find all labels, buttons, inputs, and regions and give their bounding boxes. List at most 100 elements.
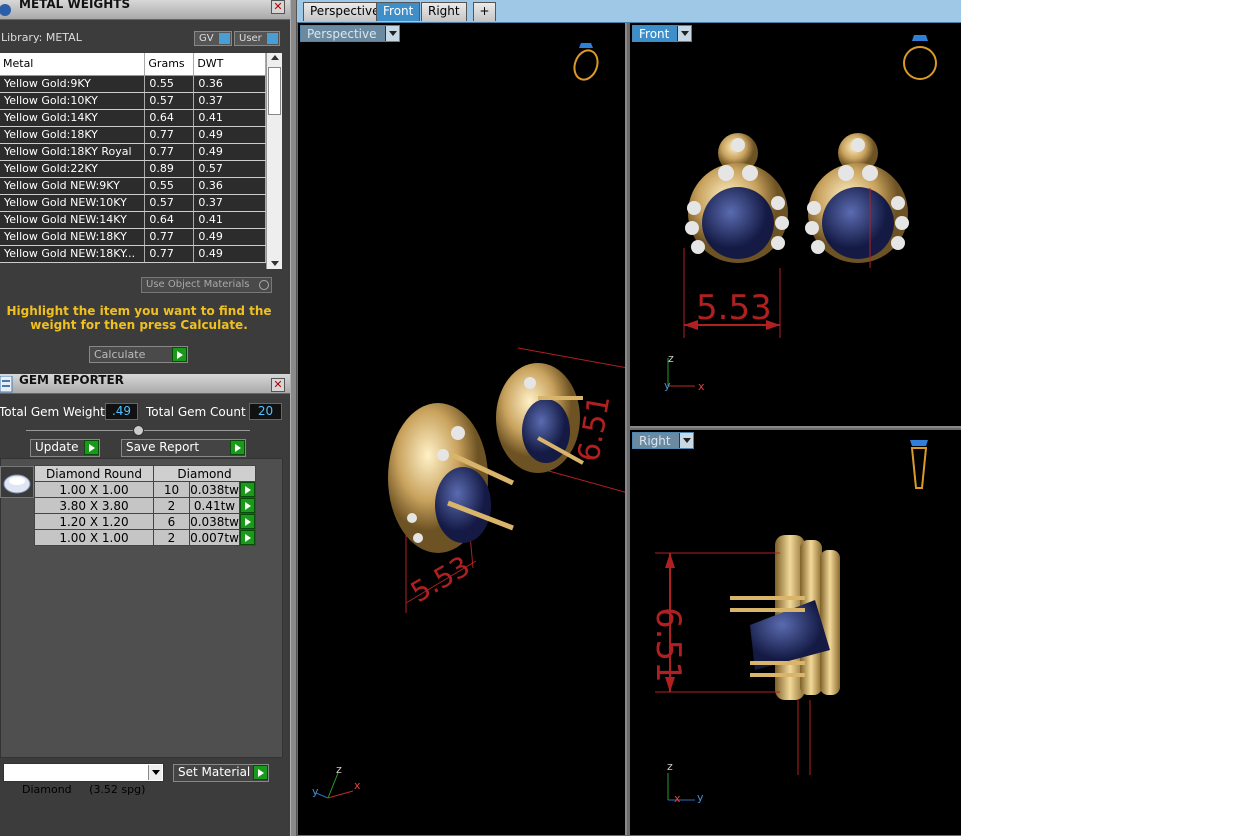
metal-name-cell: Yellow Gold:22KY: [0, 160, 146, 178]
column-header-grams[interactable]: Grams: [144, 53, 195, 76]
dwt-cell: 0.57: [193, 160, 266, 178]
material-select[interactable]: Diamond (3.52 spg): [3, 763, 164, 796]
table-row[interactable]: 1.00 X 1.00 2 0.007tw: [34, 529, 256, 546]
metal-weights-title: METAL WEIGHTS: [19, 0, 131, 11]
table-row[interactable]: Yellow Gold:14KY 0.64 0.41: [0, 109, 266, 127]
left-panel: METAL WEIGHTS ✕ Library: METAL GV User M…: [0, 0, 290, 836]
viewport-front[interactable]: Front 5.53 z y x: [630, 23, 961, 428]
width-dimension-label: 5.53: [696, 288, 772, 328]
play-icon: [240, 514, 255, 529]
grams-cell: 0.64: [144, 109, 195, 127]
user-toggle[interactable]: User: [234, 31, 280, 46]
dwt-cell: 0.37: [193, 92, 266, 110]
grams-cell: 0.77: [144, 228, 195, 246]
metal-name-cell: Yellow Gold:18KY Royal: [0, 143, 146, 161]
set-material-button[interactable]: Set Material: [173, 764, 269, 782]
play-icon: [172, 347, 187, 362]
column-header-metal[interactable]: Metal: [0, 53, 146, 76]
play-icon: [84, 440, 99, 455]
library-label: Library: METAL: [1, 31, 82, 44]
axis-y-label: y: [312, 785, 319, 798]
table-row[interactable]: 1.00 X 1.00 10 0.038tw: [34, 481, 256, 498]
gem-totals: Total Gem Weight .49 Total Gem Count 20: [0, 403, 290, 421]
grams-cell: 0.89: [144, 160, 195, 178]
panel-splitter[interactable]: [290, 0, 297, 836]
scroll-thumb[interactable]: [268, 67, 281, 115]
chevron-down-icon[interactable]: [148, 765, 162, 780]
gem-count-cell: 6: [153, 513, 190, 530]
grams-cell: 0.55: [144, 177, 195, 195]
update-button[interactable]: Update: [30, 439, 100, 457]
axis-x-label: x: [674, 792, 681, 805]
save-report-button[interactable]: Save Report: [121, 439, 246, 457]
gem-weight-cell: 0.007tw: [189, 529, 240, 546]
play-icon: [230, 440, 245, 455]
close-icon[interactable]: ✕: [271, 0, 285, 14]
gem-size-cell: 3.80 X 3.80: [34, 497, 154, 514]
table-row[interactable]: Yellow Gold:10KY 0.57 0.37: [0, 92, 266, 110]
table-row[interactable]: Yellow Gold:22KY 0.89 0.57: [0, 160, 266, 178]
add-tab-button[interactable]: +: [473, 2, 496, 21]
gem-row-action[interactable]: [239, 513, 256, 530]
use-object-materials-toggle[interactable]: Use Object Materials: [141, 277, 272, 293]
grams-cell: 0.57: [144, 194, 195, 212]
axis-x-label: x: [354, 779, 361, 792]
gem-reporter-icon: [0, 376, 13, 393]
grams-cell: 0.64: [144, 211, 195, 229]
column-header-dwt[interactable]: DWT: [193, 53, 266, 76]
gem-count-cell: 10: [153, 481, 190, 498]
metal-name-cell: Yellow Gold:10KY: [0, 92, 146, 110]
gem-table: Diamond Round Diamond 1.00 X 1.00 10 0.038…: [34, 465, 256, 546]
table-row[interactable]: 1.20 X 1.20 6 0.038tw: [34, 513, 256, 530]
gem-reporter-title: GEM REPORTER: [19, 373, 124, 387]
grams-cell: 0.55: [144, 75, 195, 93]
table-row[interactable]: 3.80 X 3.80 2 0.41tw: [34, 497, 256, 514]
metal-icon: [0, 4, 11, 16]
metal-name-cell: Yellow Gold NEW:10KY: [0, 194, 146, 212]
play-icon: [240, 498, 255, 513]
column-header-shape: Diamond Round: [34, 465, 154, 482]
metal-table-scrollbar[interactable]: [266, 53, 282, 269]
toggle-indicator: [219, 33, 230, 44]
viewport-perspective[interactable]: Perspective 6.51 5.53 z x y: [298, 23, 627, 835]
scroll-down-icon[interactable]: [271, 261, 279, 266]
tab-right[interactable]: Right: [421, 2, 467, 21]
gem-thumbnail[interactable]: [0, 466, 34, 498]
right-earring-model: 6.51: [648, 535, 840, 801]
dwt-cell: 0.49: [193, 126, 266, 144]
scroll-up-icon[interactable]: [271, 55, 279, 60]
total-gem-count-label: Total Gem Count: [146, 405, 246, 419]
gv-toggle[interactable]: GV: [194, 31, 232, 46]
metal-weights-titlebar: METAL WEIGHTS ✕: [0, 0, 290, 20]
tab-front[interactable]: Front: [376, 2, 421, 21]
table-row[interactable]: Yellow Gold NEW:10KY 0.57 0.37: [0, 194, 266, 212]
tab-perspective[interactable]: Perspective: [303, 2, 387, 21]
metal-table: Metal Grams DWT Yellow Gold:9KY 0.55 0.36 Y…: [0, 53, 266, 263]
slider-handle[interactable]: [133, 425, 144, 436]
table-row[interactable]: Yellow Gold NEW:18KY 0.77 0.49: [0, 228, 266, 246]
gem-count-cell: 2: [153, 497, 190, 514]
table-row[interactable]: Yellow Gold:9KY 0.55 0.36: [0, 75, 266, 93]
table-row[interactable]: Yellow Gold NEW:9KY 0.55 0.36: [0, 177, 266, 195]
dwt-cell: 0.49: [193, 228, 266, 246]
table-row[interactable]: Yellow Gold:18KY 0.77 0.49: [0, 126, 266, 144]
dwt-cell: 0.41: [193, 211, 266, 229]
close-icon[interactable]: ✕: [271, 378, 285, 392]
table-row[interactable]: Yellow Gold NEW:18KY... 0.77 0.49: [0, 245, 266, 263]
calculate-button[interactable]: Calculate: [89, 346, 188, 363]
dwt-cell: 0.49: [193, 143, 266, 161]
total-gem-weight-label: Total Gem Weight: [0, 405, 105, 419]
table-row[interactable]: Yellow Gold NEW:14KY 0.64 0.41: [0, 211, 266, 229]
metal-name-cell: Yellow Gold:9KY: [0, 75, 146, 93]
viewport-right[interactable]: Right 6.51 z x y: [630, 430, 961, 835]
axis-z-label: z: [668, 352, 674, 365]
gem-weight-cell: 0.038tw: [189, 481, 240, 498]
table-row[interactable]: Yellow Gold:18KY Royal 0.77 0.49: [0, 143, 266, 161]
toggle-indicator: [267, 33, 278, 44]
gem-row-action[interactable]: [239, 481, 256, 498]
dwt-cell: 0.37: [193, 194, 266, 212]
gem-row-action[interactable]: [239, 529, 256, 546]
dwt-cell: 0.49: [193, 245, 266, 263]
gem-row-action[interactable]: [239, 497, 256, 514]
perspective-earring-model: 6.51 5.53: [388, 347, 625, 613]
